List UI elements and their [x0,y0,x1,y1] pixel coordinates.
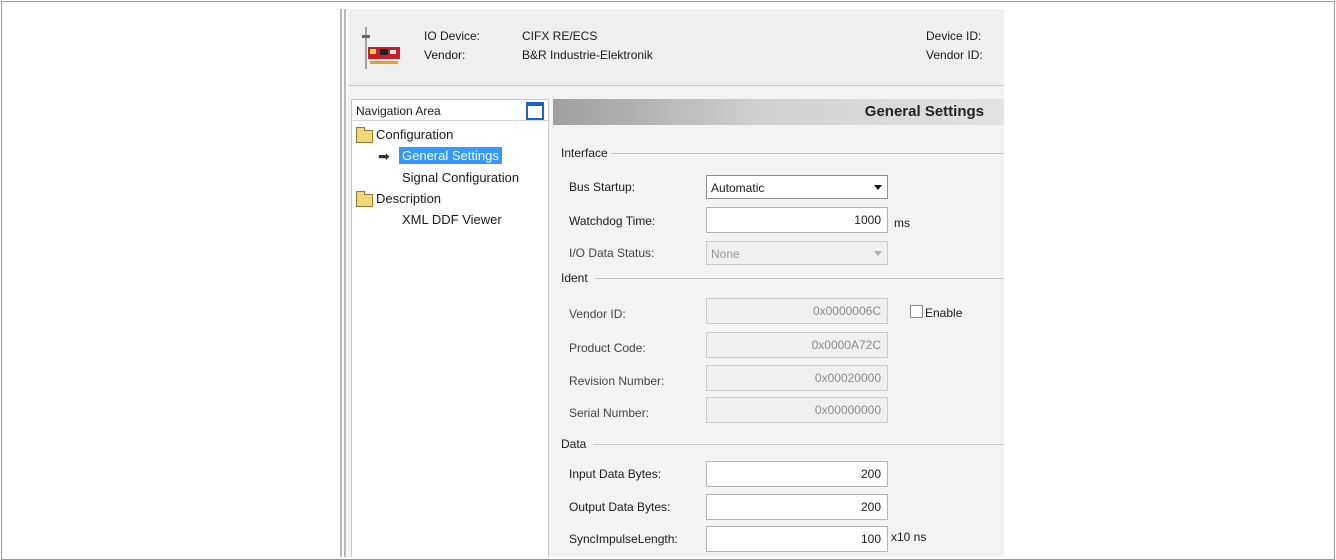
vendor-value: B&R Industrie-Elektronik [522,48,653,62]
output-data-bytes-input[interactable]: 200 [706,494,888,520]
device-id-label: Device ID: [926,29,982,43]
device-config-window: IO Device: CIFX RE/ECS Vendor: B&R Indus… [348,9,1004,557]
tree-item-configuration[interactable]: Configuration [376,127,453,142]
section-divider [595,278,1004,279]
bus-startup-select[interactable]: Automatic [706,175,888,199]
enable-label: Enable [925,306,963,320]
product-code-label: Product Code: [569,341,646,355]
io-data-status-label: I/O Data Status: [569,246,655,260]
splitter-bar-inner [344,9,346,557]
revision-number-input: 0x00020000 [706,365,888,391]
watchdog-unit: ms [894,216,910,230]
product-code-input: 0x0000A72C [706,332,888,358]
section-interface: Interface [561,146,608,160]
watchdog-time-label: Watchdog Time: [569,214,656,228]
folder-icon [356,127,373,143]
folder-icon [356,191,373,207]
device-header: IO Device: CIFX RE/ECS Vendor: B&R Indus… [348,9,1004,86]
chevron-down-icon [874,251,882,256]
input-data-bytes-label: Input Data Bytes: [569,467,662,481]
tree-item-xml-ddf-viewer[interactable]: XML DDF Viewer [402,212,502,227]
input-data-bytes-input[interactable]: 200 [706,461,888,487]
device-card-icon [360,25,404,73]
vendor-id-label: Vendor ID: [569,307,626,321]
page-banner: General Settings [553,99,1004,125]
section-data: Data [561,437,587,451]
navigation-header: Navigation Area [352,100,548,121]
vendor-id-header-label: Vendor ID: [926,48,983,62]
sync-impulse-length-label: SyncImpulseLength: [569,532,678,546]
bus-startup-label: Bus Startup: [569,180,636,194]
io-device-label: IO Device: [424,29,481,43]
watchdog-time-input[interactable]: 1000 [706,207,888,233]
io-data-status-select: None [706,241,888,265]
io-device-value: CIFX RE/ECS [522,29,598,43]
section-divider [593,444,1004,445]
vendor-label: Vendor: [424,48,466,62]
chevron-down-icon [874,185,882,190]
window-icon[interactable] [526,102,544,120]
settings-panel: Interface Bus Startup: Automatic Watchdo… [553,125,1004,557]
tree-item-general-settings[interactable]: General Settings [399,147,502,164]
serial-number-input: 0x00000000 [706,397,888,423]
navigation-title: Navigation Area [356,104,441,118]
sync-impulse-unit: x10 ns [891,530,927,544]
vendor-id-input: 0x0000006C [706,298,888,324]
arrow-right-icon: ➡ [378,148,390,164]
bus-startup-value: Automatic [711,181,765,195]
splitter-bar [340,9,342,557]
enable-checkbox[interactable] [910,305,923,318]
revision-number-label: Revision Number: [569,374,665,388]
tree-item-description[interactable]: Description [376,191,441,206]
tree-item-signal-configuration[interactable]: Signal Configuration [402,170,519,185]
serial-number-label: Serial Number: [569,406,650,420]
io-data-status-value: None [711,247,740,261]
sync-impulse-length-input[interactable]: 100 [706,526,888,552]
navigation-area: Navigation Area Configuration ➡ General … [351,99,549,557]
output-data-bytes-label: Output Data Bytes: [569,500,671,514]
page-title: General Settings [864,103,984,120]
section-ident: Ident [561,271,588,285]
section-divider [611,153,1004,154]
